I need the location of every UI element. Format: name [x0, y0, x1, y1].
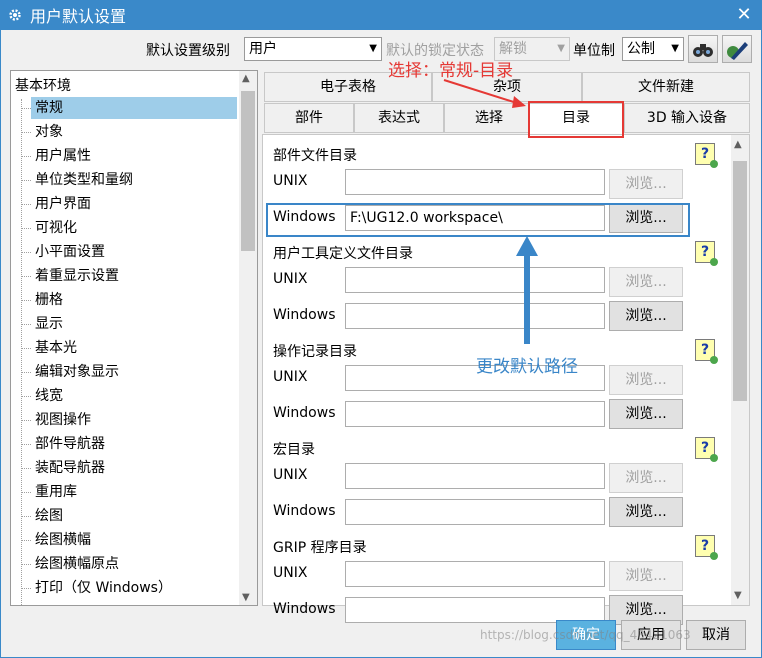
close-icon[interactable]: ✕ [734, 5, 754, 25]
chevron-down-icon: ▼ [369, 43, 377, 54]
chevron-up-icon[interactable]: ▲ [734, 139, 742, 150]
tree-root-basic-environment[interactable]: 基本环境 [15, 75, 71, 95]
unix-label: UNIX [273, 369, 308, 385]
help-icon[interactable]: ? [695, 437, 718, 462]
chevron-down-icon[interactable]: ▼ [242, 592, 250, 603]
lock-select-value: 解锁 [499, 41, 527, 57]
manage-default-button[interactable] [722, 35, 752, 63]
level-label: 默认设置级别 [146, 43, 230, 59]
tree-item[interactable]: 线宽 [21, 385, 237, 407]
unix-label: UNIX [273, 467, 308, 483]
unit-select[interactable]: 公制 ▼ [622, 37, 684, 61]
tree-item[interactable]: 常规 [21, 97, 237, 119]
unix-path-input[interactable] [345, 561, 605, 587]
tree-item[interactable]: 重用库 [21, 481, 237, 503]
tree-item[interactable]: 编辑对象显示 [21, 361, 237, 383]
tree-item[interactable]: 对象 [21, 121, 237, 143]
tree-guide-line [21, 99, 22, 605]
windows-browse-button[interactable]: 浏览... [609, 301, 683, 331]
tree-item[interactable]: 装配导航器 [21, 457, 237, 479]
unit-select-value: 公制 [627, 41, 655, 57]
windows-label: Windows [273, 503, 336, 519]
chevron-up-icon[interactable]: ▲ [242, 73, 250, 84]
section-title: GRIP 程序目录 [273, 540, 367, 556]
tree-item[interactable]: 栅格 [21, 289, 237, 311]
tree-item[interactable]: 绘图横幅原点 [21, 553, 237, 575]
annotation-blue-text: 更改默认路径 [476, 357, 578, 377]
tree-item[interactable]: 部件导航器 [21, 433, 237, 455]
annotation-blue-box [266, 203, 690, 237]
annotation-red-arrow [443, 79, 526, 108]
unix-path-input[interactable] [345, 267, 605, 293]
tree-item[interactable]: 显示 [21, 313, 237, 335]
title-bar: 用户默认设置 ✕ [0, 0, 762, 30]
tree-scrollbar[interactable]: ▲ ▼ [239, 71, 257, 605]
unix-label: UNIX [273, 173, 308, 189]
help-icon[interactable]: ? [695, 143, 718, 168]
section-title: 宏目录 [273, 442, 315, 458]
tree-item[interactable]: 着重显示设置 [21, 265, 237, 287]
unix-browse-button[interactable]: 浏览... [609, 267, 683, 297]
windows-path-input[interactable] [345, 303, 605, 329]
level-select-value: 用户 [249, 41, 277, 57]
tree-item[interactable]: 用户界面 [21, 193, 237, 215]
tree-item[interactable]: 基本光 [21, 337, 237, 359]
binoculars-icon [693, 44, 713, 57]
annotation-red-box [528, 101, 624, 138]
tab[interactable]: 表达式 [354, 103, 444, 133]
unix-label: UNIX [273, 565, 308, 581]
tree-item[interactable]: 打印（仅 Windows） [21, 577, 237, 599]
windows-path-input[interactable] [345, 499, 605, 525]
section-title: 操作记录目录 [273, 344, 357, 360]
tree-scroll-thumb[interactable] [241, 91, 255, 251]
help-icon[interactable]: ? [695, 241, 718, 266]
windows-path-input[interactable] [345, 401, 605, 427]
help-icon[interactable]: ? [695, 339, 718, 364]
unix-browse-button[interactable]: 浏览... [609, 561, 683, 591]
unix-path-input[interactable] [345, 169, 605, 195]
cancel-button[interactable]: 取消 [686, 620, 746, 650]
windows-browse-button[interactable]: 浏览... [609, 399, 683, 429]
find-default-button[interactable] [688, 35, 718, 63]
tree-item[interactable]: 视图操作 [21, 409, 237, 431]
gear-icon [9, 9, 21, 21]
unit-label: 单位制 [573, 43, 615, 59]
panel-scroll-thumb[interactable] [733, 161, 747, 401]
panel-scrollbar[interactable]: ▲ ▼ [731, 135, 749, 605]
section-title: 部件文件目录 [273, 148, 357, 164]
chevron-down-icon[interactable]: ▼ [734, 590, 742, 601]
help-icon[interactable]: ? [695, 535, 718, 560]
tree-item[interactable]: 单位类型和量纲 [21, 169, 237, 191]
unix-label: UNIX [273, 271, 308, 287]
section-title: 用户工具定义文件目录 [273, 246, 413, 262]
edit-settings-icon [727, 42, 748, 60]
tree-item[interactable]: 绘图横幅 [21, 529, 237, 551]
unix-browse-button[interactable]: 浏览... [609, 365, 683, 395]
chevron-down-icon: ▼ [557, 43, 565, 54]
windows-browse-button[interactable]: 浏览... [609, 497, 683, 527]
category-tree[interactable]: 基本环境 常规 对象 用户属性 单位类型和量纲 用户界面 可视化 小平面设置 着重显示设置 栅格… [10, 70, 258, 606]
windows-label: Windows [273, 405, 336, 421]
tree-item[interactable]: 可视化 [21, 217, 237, 239]
windows-label: Windows [273, 601, 336, 617]
watermark: https://blog.csdn.net/qq_43421063 [480, 628, 691, 642]
tree-item[interactable]: 小平面设置 [21, 241, 237, 263]
unix-browse-button[interactable]: 浏览... [609, 463, 683, 493]
tab[interactable]: 部件 [264, 103, 354, 133]
windows-label: Windows [273, 307, 336, 323]
unix-path-input[interactable] [345, 463, 605, 489]
unix-browse-button[interactable]: 浏览... [609, 169, 683, 199]
tab[interactable]: 3D 输入设备 [624, 103, 750, 133]
chevron-down-icon: ▼ [671, 43, 679, 54]
tree-item[interactable]: 绘图 [21, 505, 237, 527]
window-title: 用户默认设置 [30, 7, 127, 26]
annotation-blue-arrow [516, 236, 538, 344]
tree-item[interactable]: 用户属性 [21, 145, 237, 167]
level-select[interactable]: 用户 ▼ [244, 37, 382, 61]
tab[interactable]: 文件新建 [582, 72, 750, 102]
